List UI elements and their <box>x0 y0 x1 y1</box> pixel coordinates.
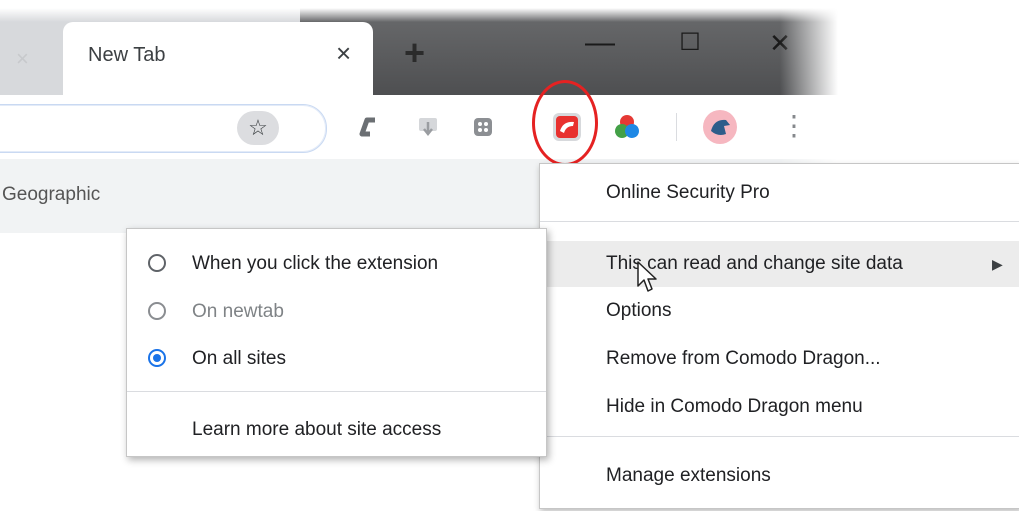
menu-item-label: Manage extensions <box>606 465 771 486</box>
tab-close-icon[interactable]: × <box>336 38 351 69</box>
menu-separator <box>540 436 1019 437</box>
menu-item-manage-extensions[interactable]: Manage extensions <box>540 453 1019 499</box>
profile-avatar[interactable] <box>702 109 738 145</box>
new-tab-button[interactable]: + <box>404 32 425 74</box>
tab-title: New Tab <box>88 44 166 66</box>
learn-more-site-access-link[interactable]: Learn more about site access <box>192 419 441 441</box>
menu-separator <box>540 221 1019 222</box>
toolbar-divider <box>676 113 677 141</box>
radio-label: On all sites <box>192 348 286 369</box>
bookmark-star-icon[interactable]: ☆ <box>237 111 279 145</box>
menu-item-label: Hide in Comodo Dragon menu <box>606 396 863 417</box>
mouse-pointer-icon <box>637 261 657 292</box>
radio-on-click[interactable]: When you click the extension <box>127 241 546 287</box>
minimize-button[interactable]: — <box>560 18 640 68</box>
bookmark-item[interactable]: Geographic <box>2 184 100 206</box>
menu-title-online-security-pro[interactable]: Online Security Pro <box>540 170 1019 216</box>
radio-button-checked-icon[interactable] <box>148 349 166 367</box>
radio-label: On newtab <box>192 301 284 322</box>
highlight-circle <box>532 80 598 166</box>
radio-on-all-sites[interactable]: On all sites <box>127 336 546 382</box>
download-manager-icon[interactable] <box>416 115 440 139</box>
menu-item-options[interactable]: Options <box>540 288 1019 334</box>
radio-button-icon <box>148 302 166 320</box>
media-grabber-icon[interactable] <box>471 115 495 139</box>
submenu-separator <box>127 391 546 392</box>
menu-item-label: Remove from Comodo Dragon... <box>606 348 881 369</box>
site-access-submenu: When you click the extension On newtab O… <box>126 228 547 457</box>
radio-on-newtab: On newtab <box>127 289 546 335</box>
menu-item-remove[interactable]: Remove from Comodo Dragon... <box>540 336 1019 382</box>
radio-label: When you click the extension <box>192 253 439 274</box>
color-circles-icon[interactable] <box>613 113 641 141</box>
submenu-arrow-icon: ▶ <box>992 256 1003 272</box>
menu-title-label: Online Security Pro <box>606 182 770 203</box>
toolbar: ☆ <box>0 95 838 159</box>
maximize-button[interactable]: ☐ <box>650 18 730 68</box>
extension-context-menu: Online Security Pro This can read and ch… <box>539 163 1019 509</box>
address-bar[interactable]: ☆ <box>0 104 327 153</box>
menu-item-site-access[interactable]: This can read and change site data ▶ <box>540 241 1019 287</box>
comodo-c-icon[interactable] <box>357 115 381 139</box>
frame-fade-top <box>0 8 838 22</box>
menu-item-hide[interactable]: Hide in Comodo Dragon menu <box>540 384 1019 430</box>
previous-tab-close-icon[interactable]: × <box>16 46 29 72</box>
tab-new-tab[interactable]: New Tab × <box>63 22 373 95</box>
radio-button-icon[interactable] <box>148 254 166 272</box>
